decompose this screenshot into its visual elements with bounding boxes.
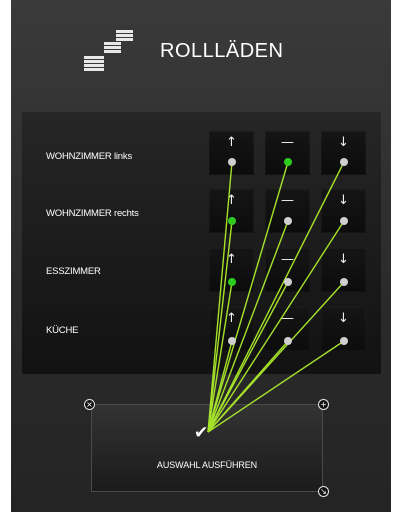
close-handle[interactable]: × — [84, 399, 95, 410]
arrow-down-icon: ↓ — [338, 135, 349, 150]
execute-selection-label: AUSWAHL AUSFÜHREN — [156, 460, 258, 470]
stop-dash-icon: — — [281, 193, 294, 208]
esszimmer-up-button[interactable]: ↑ — [209, 248, 254, 292]
arrow-up-icon: ↑ — [226, 311, 237, 326]
room-label-kueche: KÜCHE — [46, 325, 79, 336]
arrow-up-icon: ↑ — [226, 252, 237, 267]
wohnzimmer-rechts-up-button[interactable]: ↑ — [209, 189, 254, 233]
kueche-down-button[interactable]: ↓ — [321, 307, 366, 351]
arrow-down-icon: ↓ — [338, 252, 349, 267]
shutter-stack-icon — [84, 30, 133, 71]
page-title: ROLLLÄDEN — [160, 40, 284, 62]
room-label-wohnzimmer-rechts: WOHNZIMMER rechts — [46, 208, 139, 219]
arrow-up-icon: ↑ — [226, 193, 237, 208]
stop-dash-icon: — — [281, 135, 294, 150]
add-connection-handle[interactable]: + — [318, 399, 329, 410]
esszimmer-stop-button[interactable]: — — [265, 248, 310, 292]
stop-dash-icon: — — [281, 311, 294, 326]
checkmark-icon: ✔ — [194, 423, 209, 443]
arrow-down-icon: ↓ — [338, 193, 349, 208]
kueche-stop-button[interactable]: — — [265, 307, 310, 351]
esszimmer-down-button[interactable]: ↓ — [321, 248, 366, 292]
arrow-down-icon: ↓ — [338, 311, 349, 326]
room-label-wohnzimmer-links: WOHNZIMMER links — [46, 151, 132, 162]
wohnzimmer-rechts-down-button[interactable]: ↓ — [321, 189, 366, 233]
wohnzimmer-rechts-stop-button[interactable]: — — [265, 189, 310, 233]
resize-handle[interactable]: ↘ — [318, 486, 329, 497]
stop-dash-icon: — — [281, 252, 294, 267]
wohnzimmer-links-up-button[interactable]: ↑ — [209, 131, 254, 175]
arrow-up-icon: ↑ — [226, 135, 237, 150]
execute-selection-button[interactable]: ✔ AUSWAHL AUSFÜHREN — [91, 404, 323, 492]
wohnzimmer-links-down-button[interactable]: ↓ — [321, 131, 366, 175]
room-label-esszimmer: ESSZIMMER — [46, 266, 101, 277]
wohnzimmer-links-stop-button[interactable]: — — [265, 131, 310, 175]
kueche-up-button[interactable]: ↑ — [209, 307, 254, 351]
